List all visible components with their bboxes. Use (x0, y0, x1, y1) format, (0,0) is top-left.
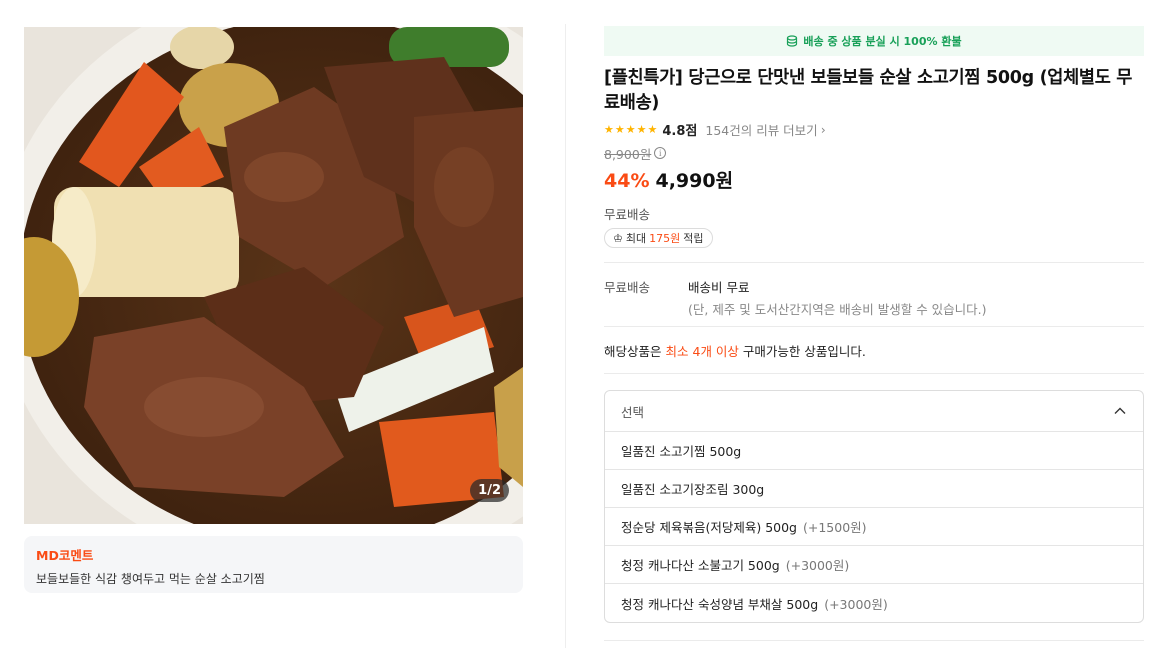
option-item[interactable]: 일품진 소고기장조림 300g (605, 470, 1143, 508)
refund-banner: 배송 중 상품 분실 시 100% 환불 (604, 26, 1144, 56)
option-name: 청정 캐나다산 숙성양념 부채살 500g (621, 596, 819, 612)
option-extra-price: (+3000원) (785, 558, 850, 573)
star-icon: ★ (647, 122, 658, 136)
image-counter: 1/2 (470, 479, 509, 502)
star-rating: ★ ★ ★ ★ ★ (604, 124, 657, 135)
point-amount: 175원 (649, 232, 681, 245)
divider (604, 640, 1144, 641)
min-purchase-notice: 해당상품은 최소 4개 이상 구매가능한 상품입니다. (604, 327, 1144, 373)
star-icon: ★ (636, 122, 647, 136)
option-extra-price: (+3000원) (824, 596, 888, 612)
original-price: 8,900원 (604, 146, 652, 162)
rating-row: ★ ★ ★ ★ ★ 4.8점 154건의 리뷰 더보기 › (604, 119, 1144, 139)
star-icon: ★ (625, 122, 636, 136)
shipping-detail: 무료배송 배송비 무료 (단, 제주 및 도서산간지역은 배송비 발생할 수 있… (604, 263, 1144, 326)
option-item[interactable]: 정순당 제육볶음(저당제육) 500g (+1500원) (605, 508, 1143, 546)
option-item[interactable]: 청정 캐나다산 숙성양념 부채살 500g (+3000원) (605, 584, 1143, 622)
min-purchase-highlight: 최소 4개 이상 (665, 343, 739, 359)
discount-rate: 44% (604, 170, 650, 192)
option-name: 일품진 소고기장조림 300g (621, 482, 765, 497)
price-row: 44% 4,990원 (604, 166, 1144, 192)
option-extra-price: (+1500원) (803, 520, 867, 535)
option-select-header[interactable]: 선택 (605, 391, 1143, 432)
original-price-row: 8,900원 i (604, 145, 1144, 162)
crown-icon: ♔ (613, 231, 623, 245)
column-divider (565, 24, 566, 648)
point-badge: ♔ 최대 175원 적립 (604, 228, 713, 248)
rating-value: 4.8점 (662, 123, 698, 139)
option-name: 일품진 소고기찜 500g (621, 444, 742, 459)
refund-banner-text: 배송 중 상품 분실 시 100% 환불 (803, 35, 962, 48)
min-purchase-prefix: 해당상품은 (604, 343, 662, 359)
divider (604, 373, 1144, 374)
product-info-panel: 배송 중 상품 분실 시 100% 환불 [플친특가] 당근으로 단맛낸 보들보… (604, 26, 1144, 623)
md-comment-box: MD코멘트 보들보들한 식감 챙여두고 먹는 순살 소고기찜 (24, 536, 523, 593)
option-select-label: 선택 (621, 404, 645, 420)
point-suffix: 적립 (683, 232, 704, 245)
md-comment-text: 보들보들한 식감 챙여두고 먹는 순살 소고기찜 (36, 572, 265, 586)
point-prefix: 최대 (625, 232, 647, 245)
option-name: 청정 캐나다산 소불고기 500g (621, 558, 780, 573)
product-image-gallery[interactable]: 1/2 (24, 27, 523, 524)
product-photo (24, 27, 523, 524)
option-item[interactable]: 청정 캐나다산 소불고기 500g (+3000원) (605, 546, 1143, 584)
md-comment-title: MD코멘트 (36, 548, 94, 563)
info-icon[interactable]: i (654, 147, 667, 159)
coin-stack-icon (787, 35, 798, 47)
star-icon: ★ (604, 122, 614, 136)
option-item[interactable]: 일품진 소고기찜 500g (605, 432, 1143, 470)
chevron-right-icon[interactable]: › (821, 122, 826, 137)
shipping-fee: 배송비 무료 (688, 280, 750, 295)
option-select[interactable]: 선택 일품진 소고기찜 500g 일품진 소고기장조림 300g 정순당 제육볶… (604, 390, 1144, 623)
option-name: 정순당 제육볶음(저당제육) 500g (621, 520, 797, 535)
product-title: [플친특가] 당근으로 단맛낸 보들보들 순살 소고기찜 500g (업체별도 … (604, 68, 1133, 113)
min-purchase-suffix: 구매가능한 상품입니다. (742, 343, 866, 359)
shipping-detail-label: 무료배송 (604, 280, 651, 295)
star-icon: ★ (614, 122, 625, 136)
shipping-note: (단, 제주 및 도서산간지역은 배송비 발생할 수 있습니다.) (688, 302, 987, 317)
sale-price: 4,990원 (655, 170, 734, 192)
review-more-link[interactable]: 154건의 리뷰 더보기 (705, 120, 817, 139)
chevron-up-icon[interactable] (1113, 404, 1127, 418)
shipping-label: 무료배송 (604, 207, 651, 222)
